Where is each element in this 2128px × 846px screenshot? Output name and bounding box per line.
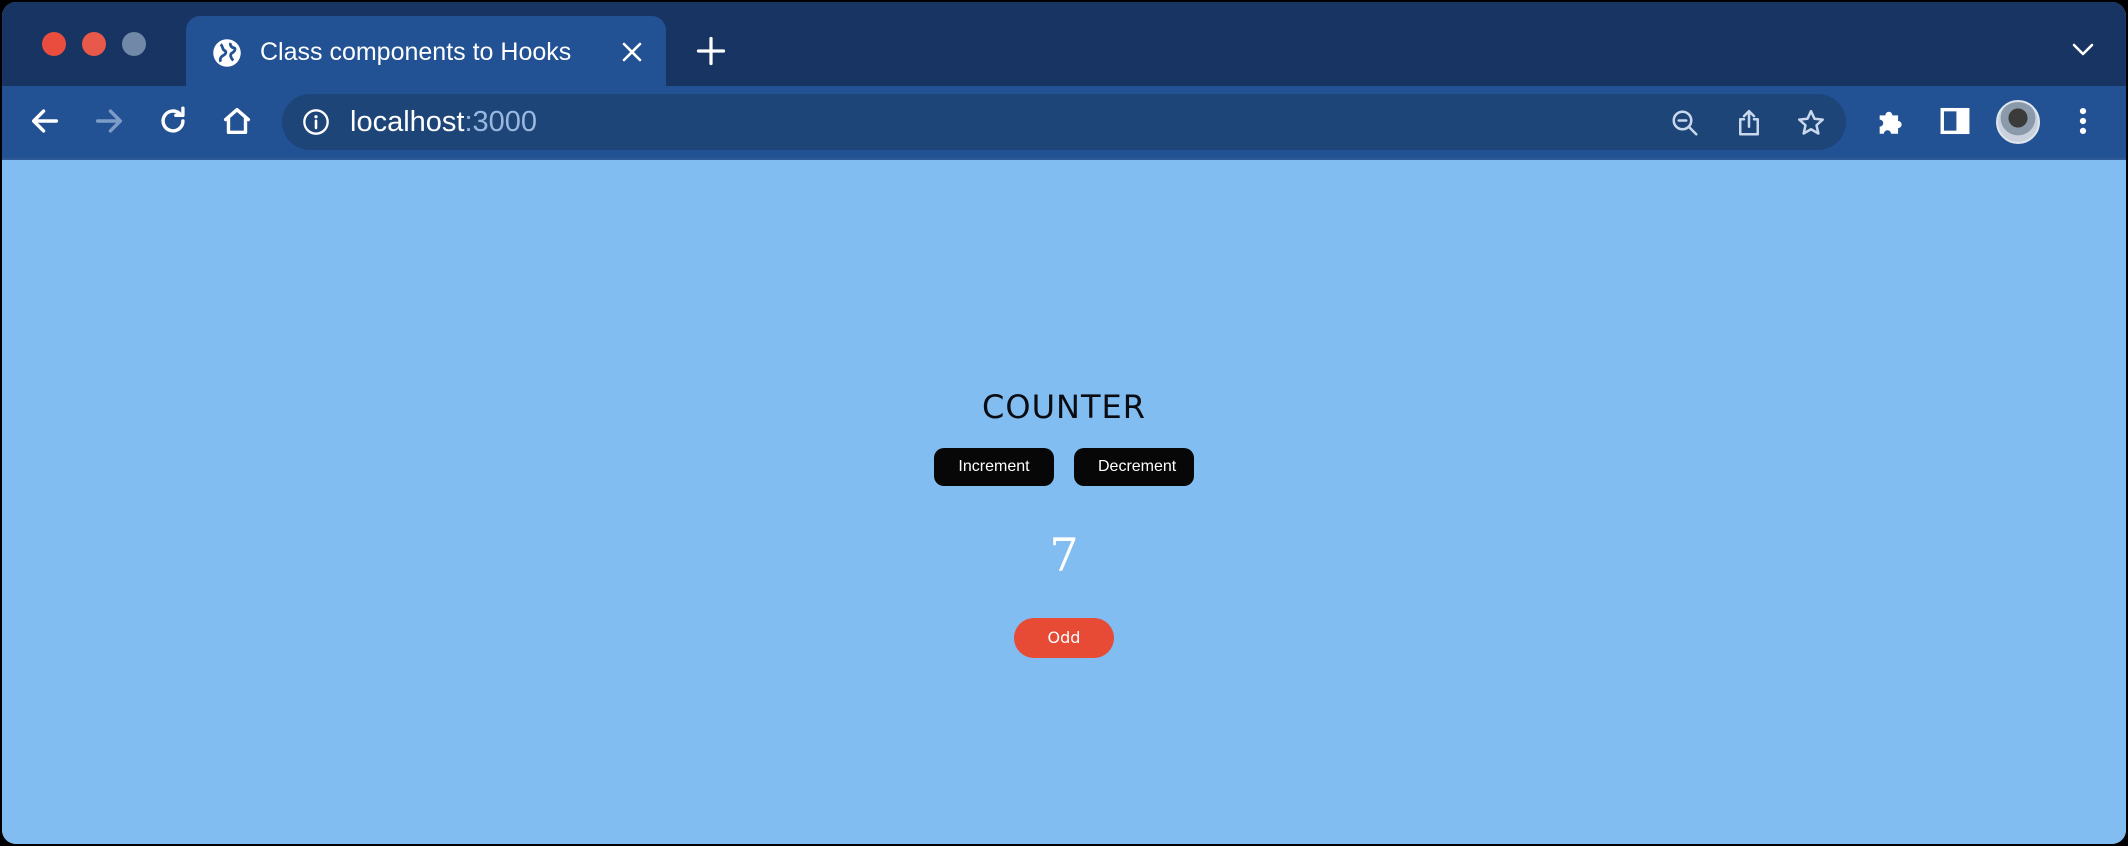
address-bar[interactable]: localhost:3000 <box>282 94 1846 150</box>
globe-icon <box>213 39 241 67</box>
parity-badge: Odd <box>1014 618 1114 658</box>
minimize-window-button[interactable] <box>82 32 106 56</box>
tab-title: Class components to Hooks <box>260 38 572 66</box>
zoom-window-button[interactable] <box>122 32 146 56</box>
side-panel-icon[interactable] <box>1938 104 1972 138</box>
back-arrow-icon[interactable] <box>28 104 62 138</box>
forward-arrow-icon[interactable] <box>92 104 126 138</box>
info-icon[interactable] <box>302 108 330 136</box>
share-icon[interactable] <box>1734 108 1764 138</box>
browser-toolbar: localhost:3000 <box>2 86 2126 160</box>
page-content: COUNTER Increment Decrement 7 Odd <box>2 160 2126 844</box>
counter-controls: Increment Decrement <box>2 448 2126 486</box>
active-tab[interactable]: Class components to Hooks <box>186 16 666 86</box>
profile-avatar[interactable] <box>1996 100 2040 144</box>
plus-icon[interactable] <box>696 36 726 66</box>
increment-button[interactable]: Increment <box>934 448 1054 486</box>
kebab-menu-icon[interactable] <box>2066 104 2100 138</box>
browser-window: Class components to Hooks localhost:3000… <box>2 2 2126 844</box>
counter-value: 7 <box>1049 528 1079 582</box>
reload-icon[interactable] <box>156 104 190 138</box>
chevron-down-icon[interactable] <box>2072 42 2094 58</box>
puzzle-icon[interactable] <box>1874 104 1908 138</box>
tab-strip: Class components to Hooks <box>2 2 2126 86</box>
url-host: localhost <box>350 106 465 138</box>
home-icon[interactable] <box>220 104 254 138</box>
close-window-button[interactable] <box>42 32 66 56</box>
star-icon[interactable] <box>1796 108 1826 138</box>
url-port: :3000 <box>464 106 538 138</box>
counter-heading: COUNTER <box>982 388 1146 426</box>
decrement-button[interactable]: Decrement <box>1074 448 1194 486</box>
close-icon[interactable] <box>620 40 644 64</box>
zoom-out-icon[interactable] <box>1670 108 1700 138</box>
url-text: localhost:3000 <box>350 102 537 142</box>
